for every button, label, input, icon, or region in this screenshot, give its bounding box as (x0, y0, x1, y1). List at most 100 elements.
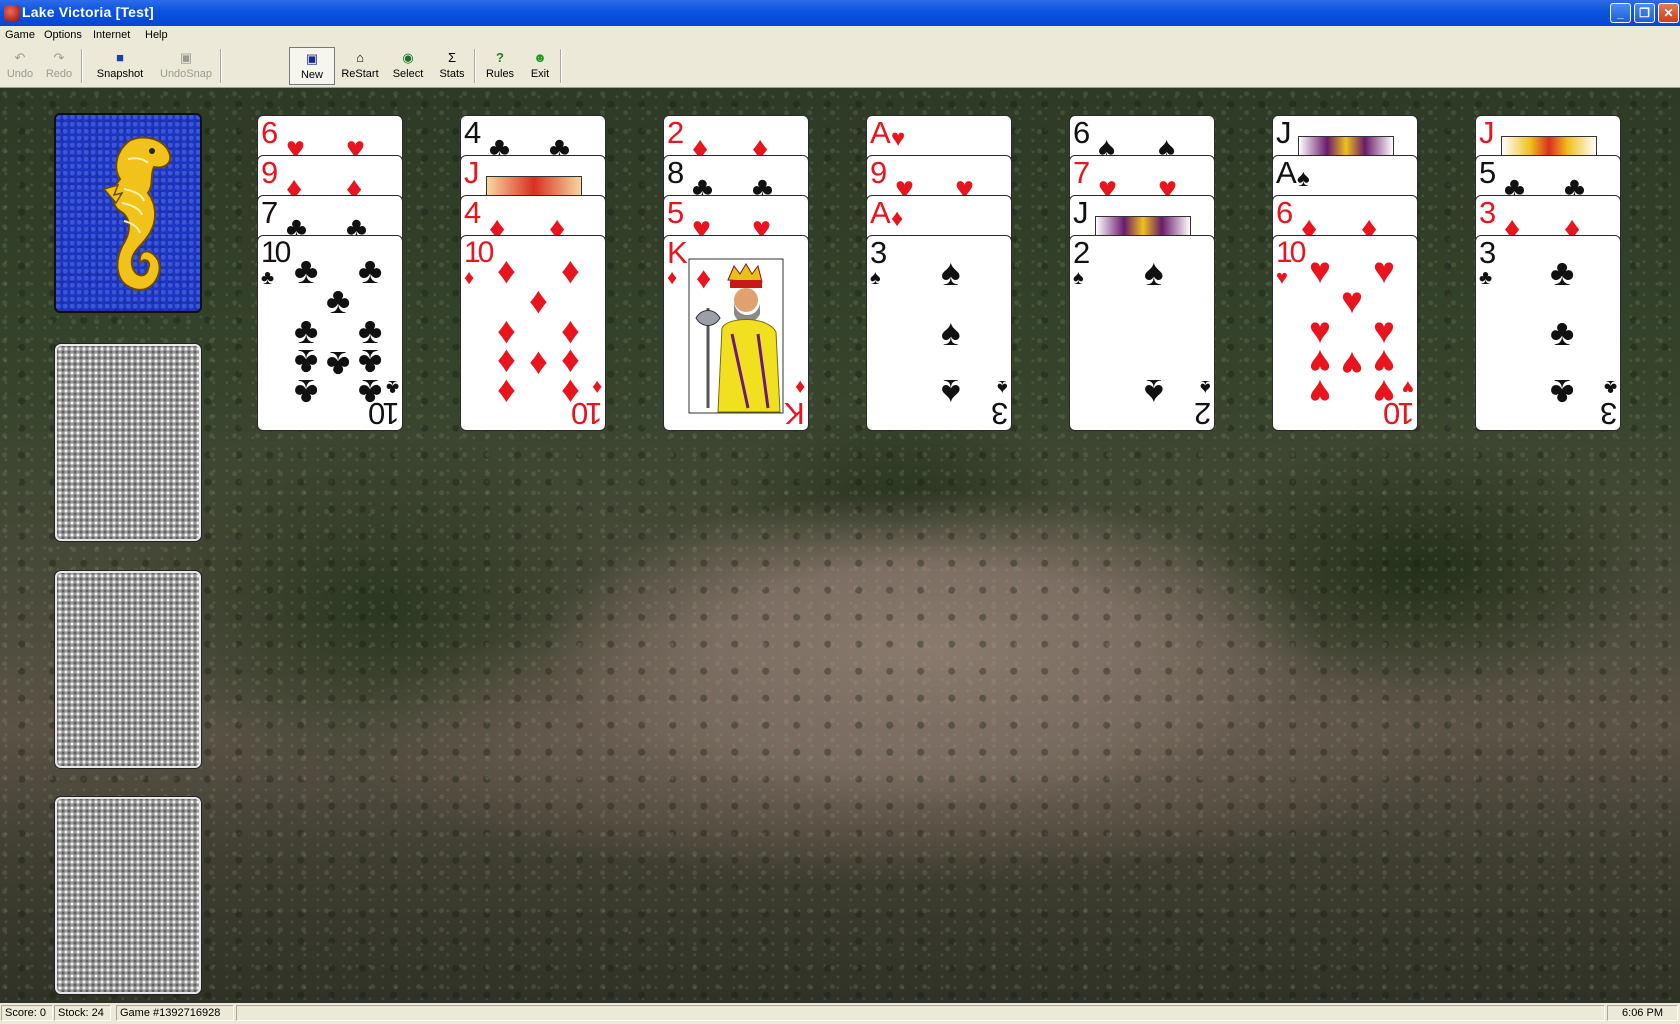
seahorse-icon (102, 136, 172, 291)
diamonds-suit-icon: ♦ (561, 250, 580, 291)
card-rank: 6 (1276, 195, 1293, 230)
clubs-suit-icon: ♣ (385, 376, 399, 398)
card-3-of-spades[interactable]: 3 ♠ 3 ♠ ♠ ♠ ♠ (866, 235, 1012, 431)
card-rank: 9 (870, 155, 887, 190)
diamonds-suit-icon: ♦ (561, 372, 580, 413)
new-label: New (300, 69, 323, 81)
undosnap-button[interactable]: ▣ UndoSnap (155, 47, 217, 85)
diamonds-suit-icon: ♦ (696, 262, 712, 295)
clubs-suit-icon: ♣ (294, 250, 319, 291)
diamonds-suit-icon: ♦ (529, 344, 548, 385)
restore-button[interactable]: ❐ (1634, 3, 1655, 23)
hearts-suit-icon: ♥ (1276, 267, 1288, 289)
clubs-suit-icon: ♣ (1603, 376, 1617, 398)
card-3-of-clubs[interactable]: 3 ♣ 3 ♣ ♣ ♣ ♣ (1475, 235, 1621, 431)
select-button[interactable]: ◉ Select (386, 47, 430, 85)
clubs-suit-icon: ♣ (326, 280, 351, 321)
stats-label: Stats (439, 68, 465, 80)
card-rank: 2 (1194, 396, 1211, 431)
card-rank: 9 (261, 155, 278, 190)
card-10-of-hearts[interactable]: 10 ♥ 10 ♥ ♥ ♥ ♥ ♥ ♥ ♥ ♥ ♥ ♥ ♥ (1272, 235, 1418, 431)
magnifier-icon: ◉ (402, 50, 414, 65)
stats-button[interactable]: Σ Stats (433, 47, 471, 85)
clubs-suit-icon: ♣ (1550, 252, 1575, 293)
card-rank: J (1276, 115, 1291, 150)
undosnap-label: UndoSnap (160, 68, 212, 80)
spades-suit-icon: ♠ (941, 252, 961, 293)
card-rank: 8 (667, 155, 684, 190)
forest-background (0, 88, 1680, 1003)
card-rank: 7 (261, 195, 278, 230)
redo-label: Redo (45, 68, 73, 80)
card-rank: 4 (464, 195, 481, 230)
card-rank: 4 (464, 115, 481, 150)
reserve-pile-3[interactable] (55, 797, 201, 994)
minimize-button[interactable]: _ (1610, 3, 1631, 23)
menu-internet[interactable]: Internet (93, 29, 130, 41)
toolbar-separator (220, 49, 222, 83)
menu-help[interactable]: Help (145, 29, 168, 41)
stock-pile[interactable] (54, 113, 202, 313)
camera-icon: ■ (116, 50, 124, 65)
diamonds-suit-icon: ♦ (464, 267, 475, 289)
card-10-of-diamonds[interactable]: 10 ♦ 10 ♦ ♦ ♦ ♦ ♦ ♦ ♦ ♦ ♦ ♦ ♦ (460, 235, 606, 431)
undo-icon: ↶ (14, 50, 26, 65)
toolbar: ↶ Undo ↷ Redo ■ Snapshot ▣ UndoSnap ▣ Ne… (0, 45, 1680, 88)
clubs-suit-icon: ♣ (358, 250, 383, 291)
rules-button[interactable]: ? Rules (481, 47, 519, 85)
exit-button[interactable]: ☻ Exit (522, 47, 558, 85)
title-bar: Lake Victoria [Test] _ ❐ ✕ (0, 0, 1680, 26)
spades-suit-icon: ♠ (941, 372, 961, 413)
clock-field: 6:06 PM (1607, 1005, 1678, 1021)
toolbar-separator (474, 49, 476, 83)
card-rank: K (667, 235, 688, 270)
reserve-pile-1[interactable] (55, 344, 201, 541)
card-rank: K (785, 396, 805, 431)
card-rank: 6 (1073, 115, 1090, 150)
new-button[interactable]: ▣ New (289, 47, 335, 85)
card-rank: 3 (1479, 235, 1496, 270)
spades-suit-icon: ♠ (997, 376, 1008, 398)
window-title: Lake Victoria [Test] (22, 4, 154, 20)
spades-suit-icon: ♠ (1297, 165, 1310, 192)
hearts-suit-icon: ♥ (1341, 344, 1363, 385)
hearts-suit-icon: ♥ (1309, 250, 1331, 291)
play-area[interactable] (0, 88, 1680, 1003)
sigma-icon: Σ (447, 50, 457, 65)
diamonds-suit-icon: ♦ (529, 280, 548, 321)
restart-button[interactable]: ⌂ ReStart (338, 47, 382, 85)
hearts-suit-icon: ♥ (1402, 376, 1414, 398)
redo-button[interactable]: ↷ Redo (40, 47, 78, 85)
close-button[interactable]: ✕ (1658, 3, 1679, 23)
spades-suit-icon: ♠ (941, 312, 961, 353)
spades-suit-icon: ♠ (1144, 252, 1164, 293)
app-icon[interactable] (4, 5, 20, 21)
snapshot-button[interactable]: ■ Snapshot (88, 47, 152, 85)
reserve-pile-2[interactable] (55, 571, 201, 768)
clubs-suit-icon: ♣ (1550, 372, 1575, 413)
menu-game[interactable]: Game (5, 29, 35, 41)
status-message-field (236, 1005, 1605, 1021)
game-number-field: Game #1392716928 (116, 1005, 234, 1021)
card-10-of-clubs[interactable]: 10 ♣ 10 ♣ ♣ ♣ ♣ ♣ ♣ ♣ ♣ ♣ ♣ ♣ (257, 235, 403, 431)
spades-suit-icon: ♠ (870, 267, 881, 289)
restart-label: ReStart (341, 68, 379, 80)
card-rank: 2 (1073, 235, 1090, 270)
card-k-of-diamonds[interactable]: K ♦ K ♦ ♦ (663, 235, 809, 431)
snapshot-label: Snapshot (96, 68, 144, 80)
undo-snapshot-icon: ▣ (179, 50, 193, 65)
undo-button[interactable]: ↶ Undo (2, 47, 38, 85)
toolbar-separator (560, 49, 562, 83)
hearts-suit-icon: ♥ (1341, 280, 1363, 321)
card-rank: J (1479, 115, 1494, 150)
card-rank: 10 (261, 236, 291, 269)
menu-options[interactable]: Options (44, 29, 82, 41)
card-rank: 5 (1479, 155, 1496, 190)
diamonds-suit-icon: ♦ (591, 376, 602, 398)
clubs-suit-icon: ♣ (358, 372, 383, 413)
card-rank: 7 (1073, 155, 1090, 190)
card-rank: J (1073, 195, 1088, 230)
menu-bar: Game Options Internet Help (0, 26, 1680, 45)
question-icon: ? (496, 50, 504, 65)
card-2-of-spades[interactable]: 2 ♠ 2 ♠ ♠ ♠ (1069, 235, 1215, 431)
